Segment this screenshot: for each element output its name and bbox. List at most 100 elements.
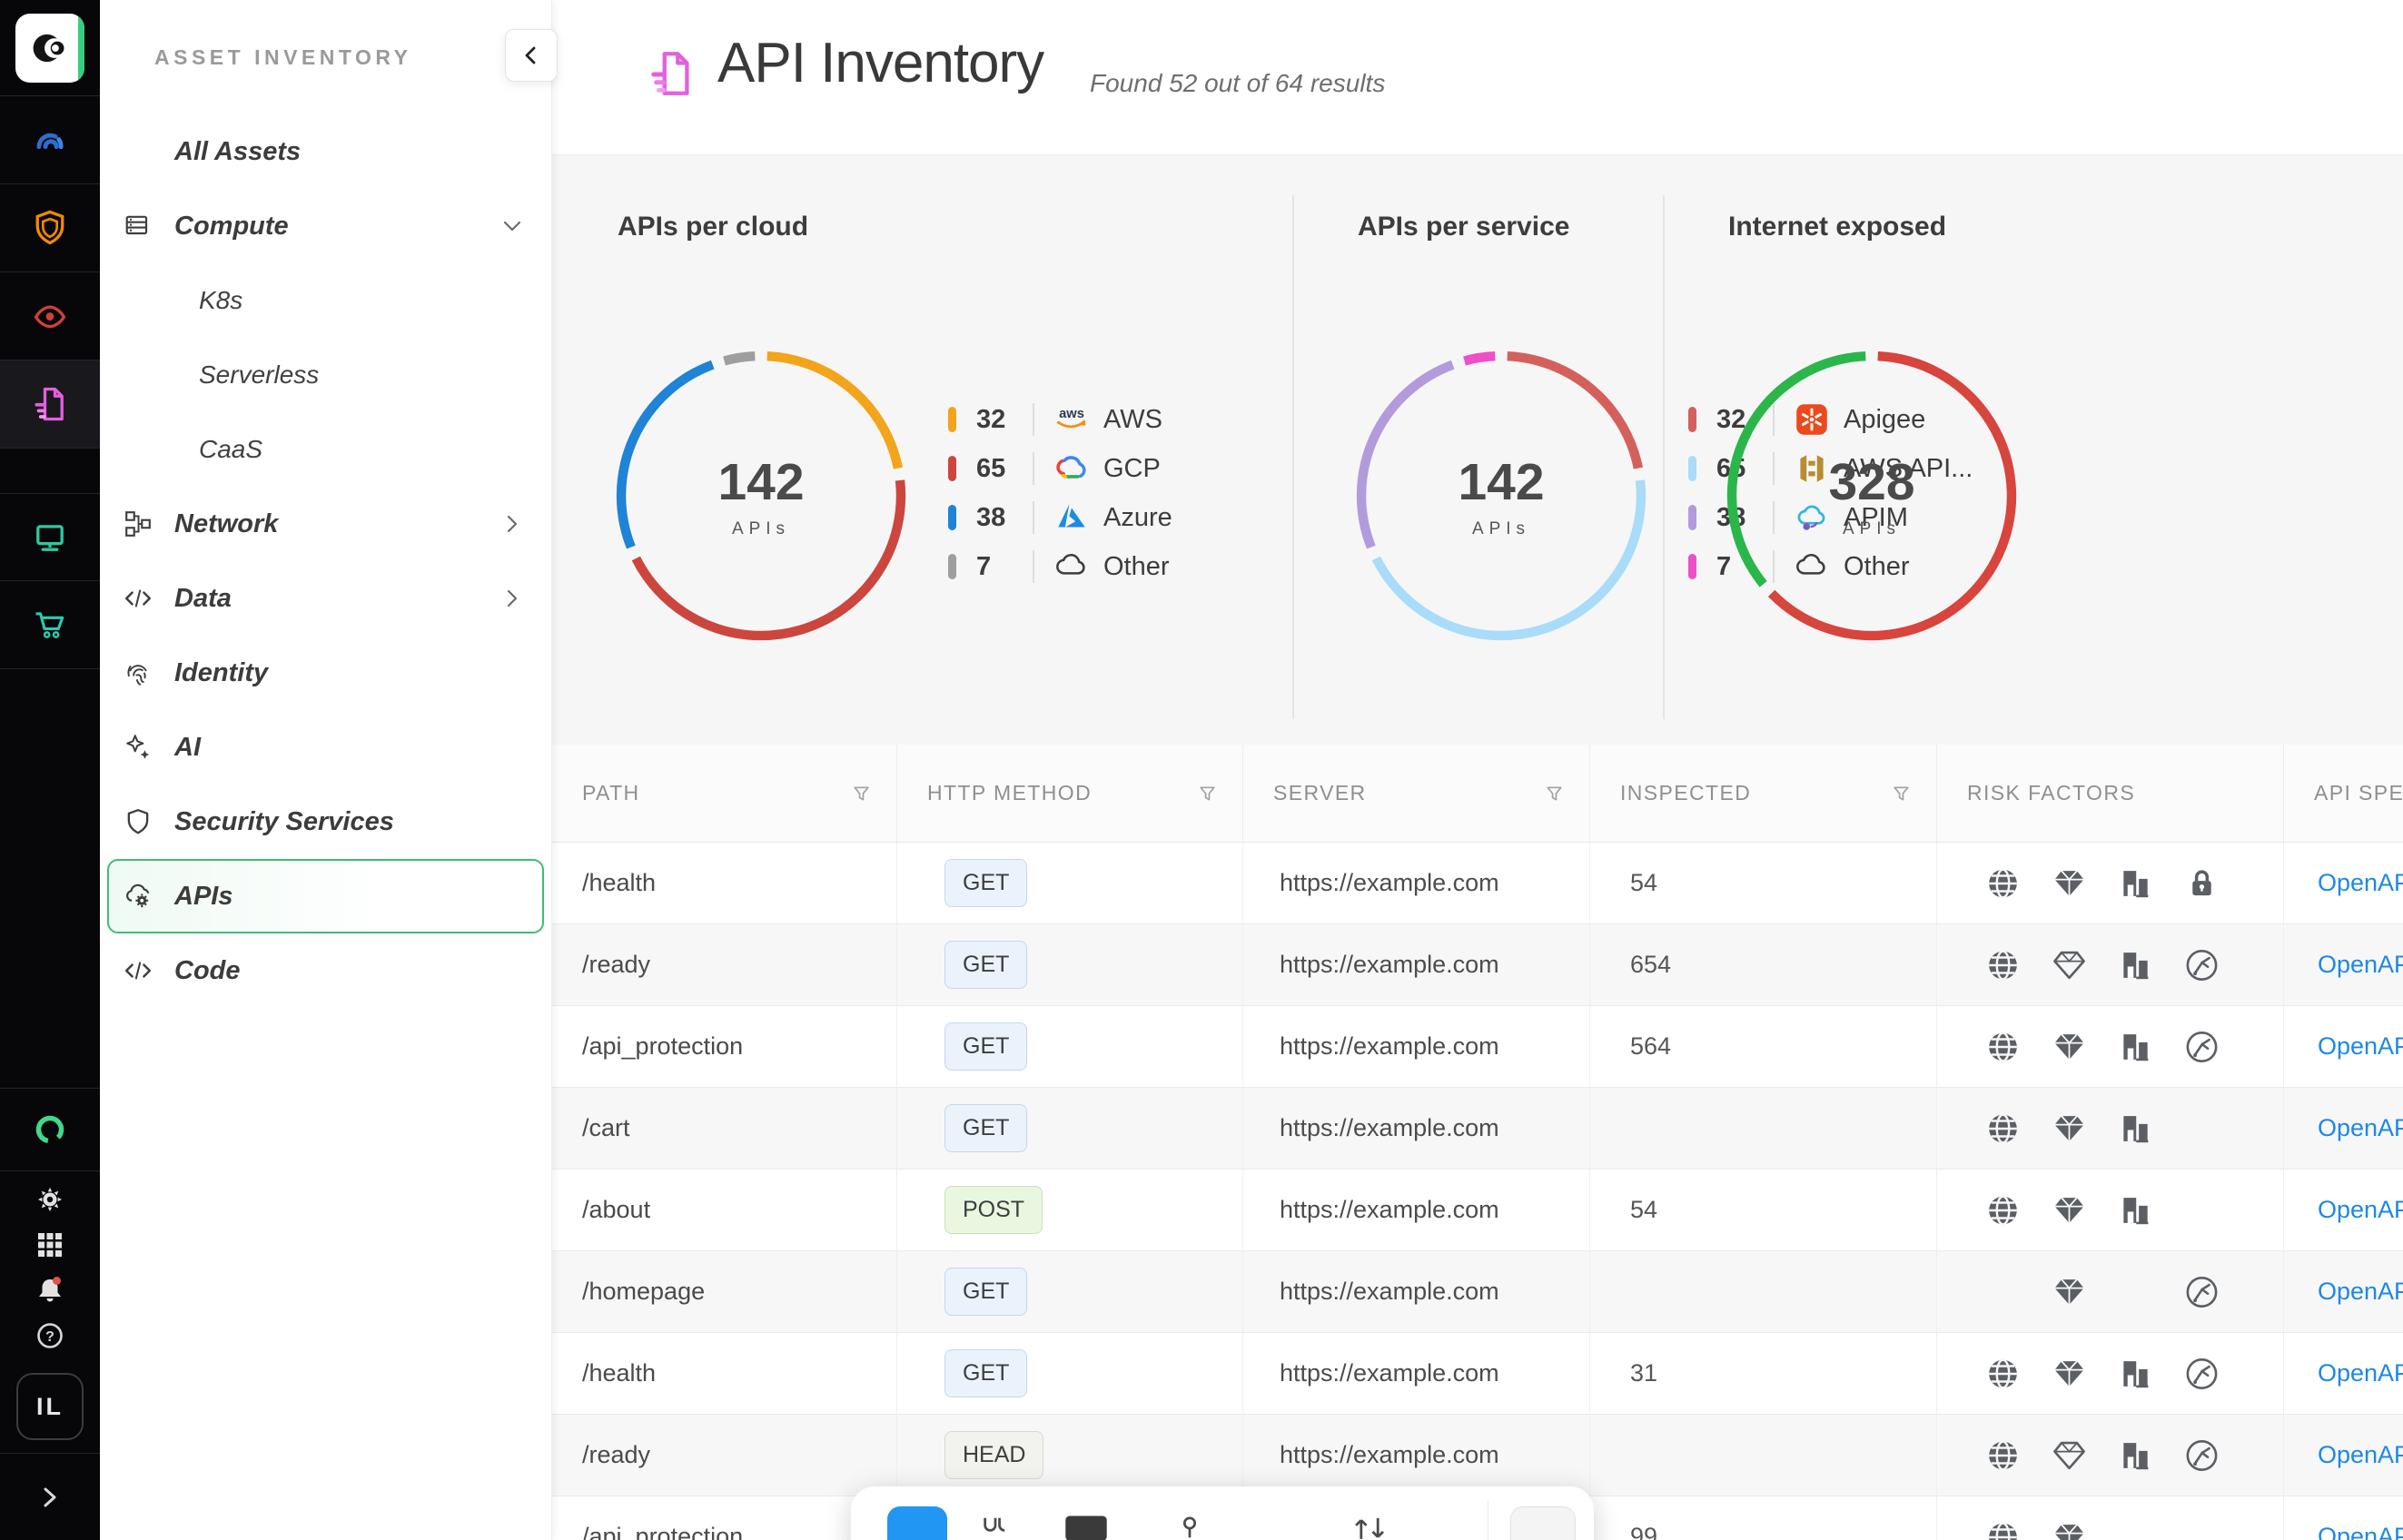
legend-item: 32awsAWS [948, 395, 1172, 444]
api-spec-link[interactable]: OpenAPI [2318, 869, 2403, 897]
legend-divider [1033, 550, 1034, 583]
sidebar-item[interactable]: K8s [107, 263, 544, 338]
rail-item[interactable] [0, 1268, 100, 1313]
rail-item[interactable] [0, 493, 100, 581]
rail-item[interactable]: ? [0, 1313, 100, 1358]
table-row[interactable]: /cart GET https://example.com OpenAPI [552, 1088, 2403, 1170]
http-method-badge: GET [944, 941, 1027, 989]
risk-factor-slot [2102, 1520, 2169, 1540]
sidebar-item[interactable]: Code [107, 933, 544, 1008]
table-row[interactable]: /ready GET https://example.com 654 OpenA… [552, 924, 2403, 1006]
rail-expand-button[interactable] [0, 1453, 100, 1540]
column-header[interactable]: RISK FACTORS [1937, 745, 2284, 842]
path-cell: /about [582, 1196, 650, 1224]
filter-icon[interactable] [1547, 786, 1562, 801]
api-spec-link[interactable]: OpenAPI [2318, 951, 2403, 979]
risk-factor-slot [1970, 1275, 2036, 1309]
sidebar-nav: All Assets Compute K8s Server [100, 114, 551, 1008]
legend-item: 65GCP [948, 444, 1172, 493]
table-row[interactable]: /about POST https://example.com 54 OpenA… [552, 1170, 2403, 1251]
sidebar-collapse-button[interactable] [505, 29, 558, 82]
risk-factor-slot [2169, 1520, 2235, 1540]
table-row[interactable]: /api_protection GET https://example.com … [552, 1006, 2403, 1088]
table-body: /health GET https://example.com 54 OpenA… [552, 843, 2403, 1540]
api-spec-link[interactable]: OpenAPI [2318, 1359, 2403, 1387]
rail-item[interactable] [0, 1088, 100, 1171]
toolbar-icon-2[interactable] [1063, 1512, 1109, 1540]
toolbar-primary-button[interactable] [887, 1506, 947, 1540]
sidebar: ASSET INVENTORY All Assets Compute [100, 0, 552, 1540]
filter-icon[interactable] [1200, 786, 1215, 801]
column-header[interactable]: HTTP METHOD [897, 745, 1243, 842]
sidebar-item[interactable]: CaaS [107, 412, 544, 487]
legend-divider [1033, 452, 1034, 485]
path-cell: /api_protection [582, 1523, 743, 1540]
sidebar-item[interactable]: AI [107, 710, 544, 785]
api-table: PATH HTTP METHOD SERVER INSPECTE [552, 745, 2403, 1540]
server-cell: https://example.com [1243, 1251, 1590, 1332]
api-inventory-icon [645, 45, 697, 102]
api-spec-link[interactable]: OpenAPI [2318, 1114, 2403, 1142]
column-header[interactable]: INSPECTED [1590, 745, 1937, 842]
table-row[interactable]: /homepage GET https://example.com OpenAP… [552, 1251, 2403, 1333]
column-header-label: INSPECTED [1620, 781, 1751, 805]
rail-item[interactable] [0, 581, 100, 669]
rail-item[interactable] [0, 272, 100, 360]
server-cell: https://example.com [1243, 843, 1590, 923]
sidebar-item[interactable]: Data [107, 561, 544, 636]
server-cell: https://example.com [1243, 1333, 1590, 1414]
brand-logo[interactable] [0, 0, 100, 96]
risk-factors-cell [1937, 1251, 2284, 1332]
diamond-icon [2036, 1357, 2102, 1391]
sidebar-item-label: CaaS [199, 435, 262, 464]
rail-item[interactable] [0, 184, 100, 272]
rail-item[interactable] [0, 360, 100, 449]
gcp-icon [1053, 449, 1091, 488]
globe-icon [1970, 1438, 2036, 1473]
toolbar-icon-1[interactable] [980, 1512, 1011, 1540]
sidebar-item-label: APIs [174, 882, 232, 912]
toolbar-icon-3[interactable] [1174, 1512, 1205, 1540]
risk-factors-cell [1937, 1415, 2284, 1496]
column-header[interactable]: PATH [552, 745, 897, 842]
table-row[interactable]: /ready HEAD https://example.com OpenAPI [552, 1415, 2403, 1496]
building-icon [2102, 866, 2169, 901]
toolbar-icon-4[interactable] [1349, 1512, 1390, 1540]
column-header[interactable]: API SPEC [2284, 745, 2403, 842]
rail-item[interactable] [0, 1177, 100, 1222]
api-spec-link[interactable]: OpenAPI [2318, 1278, 2403, 1306]
sidebar-item[interactable]: Compute [107, 189, 544, 263]
api-spec-link[interactable]: OpenAPI [2318, 1441, 2403, 1469]
inspected-cell: 31 [1590, 1333, 1937, 1414]
sidebar-item-label: Identity [174, 658, 268, 688]
column-header[interactable]: SERVER [1243, 745, 1590, 842]
arcs-icon [30, 120, 70, 160]
sidebar-item[interactable]: Serverless [107, 338, 544, 412]
owasp-icon [2169, 1357, 2235, 1391]
sidebar-item[interactable]: Security Services [107, 785, 544, 859]
sidebar-item-chevron [500, 289, 524, 312]
sidebar-item-label: Network [174, 509, 278, 539]
sidebar-item-chevron [500, 735, 524, 759]
sidebar-item-chevron [500, 884, 524, 908]
sidebar-item[interactable]: APIs [107, 859, 544, 933]
sidebar-item[interactable]: All Assets [107, 114, 544, 189]
table-row[interactable]: /health GET https://example.com 54 OpenA… [552, 843, 2403, 924]
filter-icon[interactable] [1894, 786, 1909, 801]
rail-item[interactable] [0, 96, 100, 184]
table-row[interactable]: /health GET https://example.com 31 OpenA… [552, 1333, 2403, 1415]
filter-icon[interactable] [854, 786, 869, 801]
api-spec-link[interactable]: OpenAPI [2318, 1523, 2403, 1540]
results-count: Found 52 out of 64 results [1090, 69, 1385, 98]
toolbar-secondary-button[interactable] [1510, 1506, 1576, 1540]
user-initials-button[interactable]: IL [16, 1373, 84, 1440]
building-icon [2102, 1438, 2169, 1473]
risk-factors-cell [1937, 1088, 2284, 1169]
rail-item[interactable] [0, 1222, 100, 1268]
sidebar-item[interactable]: Network [107, 487, 544, 561]
sidebar-item[interactable]: Identity [107, 636, 544, 710]
api-spec-link[interactable]: OpenAPI [2318, 1196, 2403, 1224]
column-header-label: RISK FACTORS [1967, 781, 2135, 805]
rail-top-group [0, 96, 100, 669]
api-spec-link[interactable]: OpenAPI [2318, 1032, 2403, 1061]
